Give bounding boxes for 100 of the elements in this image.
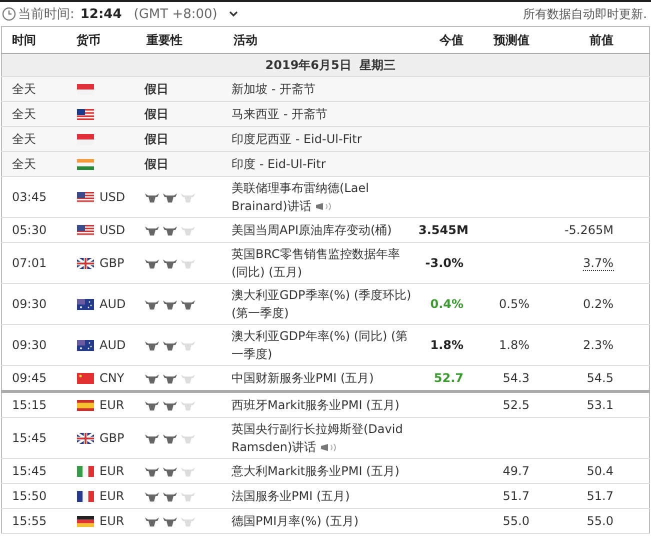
bull-icon (144, 298, 158, 310)
bull-icon (180, 258, 194, 268)
actual-value: 52.7 (434, 371, 464, 385)
previous-value: 51.7 (586, 489, 614, 503)
bull-icon (180, 224, 194, 236)
bull-icon (162, 224, 176, 236)
event-name: 法国服务业PMI (五月) (232, 489, 350, 503)
bull-icon (144, 432, 158, 444)
event-name: 意大利Markit服务业PMI (五月) (232, 464, 400, 478)
time-cell: 09:30 (2, 324, 66, 366)
forecast-value: 49.7 (502, 464, 530, 478)
time-cell: 07:01 (2, 242, 66, 284)
flag-icon (76, 372, 94, 384)
time-cell: 15:50 (2, 484, 66, 508)
current-time: 12:44 (80, 6, 122, 22)
event-name: 英国央行副行长拉姆斯登(David Ramsden)讲话 (232, 422, 403, 454)
flag-icon (76, 258, 94, 268)
previous-value: -5.265M (564, 223, 614, 237)
event-name: 英国BRC零售销售监控数据年率 (同比) (五月) (232, 247, 400, 279)
previous-value: 54.5 (586, 371, 614, 385)
clock-label: 当前时间: (18, 6, 74, 23)
event-name: 马来西亚 - 开斋节 (232, 107, 328, 121)
currency-code: AUD (100, 337, 126, 354)
bull-icon (144, 516, 158, 526)
bull-icon (144, 372, 158, 384)
flag-icon (76, 224, 94, 236)
time-cell: 全天 (2, 76, 66, 102)
bull-icon (180, 490, 194, 502)
bull-icon (162, 516, 176, 526)
event-name: 澳大利亚GDP年率(%) (同比) (第一季度) (232, 329, 408, 361)
time-cell: 全天 (2, 126, 66, 152)
bull-icon (162, 258, 176, 268)
bull-icon (180, 340, 194, 350)
bull-icon (162, 192, 176, 202)
date-header: 2019年6月5日 星期三 (2, 54, 650, 76)
forecast-value: 1.8% (499, 338, 530, 352)
forecast-value: 54.3 (502, 371, 530, 385)
time-cell: 全天 (2, 102, 66, 126)
bull-icon (180, 298, 194, 310)
previous-value: 3.7% (583, 256, 614, 271)
actual-value: 0.4% (430, 297, 464, 311)
clock-icon (2, 7, 16, 21)
forecast-value: 52.5 (502, 398, 530, 412)
bull-icon (180, 192, 194, 202)
holiday-label: 假日 (144, 107, 168, 121)
actual-value: -3.0% (425, 256, 464, 270)
actual-value: 1.8% (430, 338, 464, 352)
bull-icon (144, 224, 158, 236)
event-name: 德国PMI月率(%) (五月) (232, 514, 359, 528)
time-cell: 15:45 (2, 458, 66, 484)
event-name: 美联储理事布雷纳德(Lael Brainard)讲话 (232, 181, 369, 213)
bull-icon (162, 298, 176, 310)
bull-icon (144, 400, 158, 410)
flag-icon (76, 108, 94, 120)
holiday-label: 假日 (144, 157, 168, 171)
holiday-label: 假日 (144, 82, 168, 96)
timezone-label: (GMT +8:00) (134, 6, 218, 22)
event-name: 西班牙Markit服务业PMI (五月) (232, 398, 400, 412)
time-cell: 03:45 (2, 176, 66, 218)
event-name: 美国当周API原油库存变动(桶) (232, 223, 392, 237)
bull-icon (162, 372, 176, 384)
currency-code: USD (100, 222, 126, 239)
forecast-value: 55.0 (502, 514, 530, 528)
bull-icon (144, 340, 158, 350)
flag-icon (76, 516, 94, 526)
currency-code: EUR (100, 488, 124, 505)
flag-icon (76, 490, 94, 502)
bull-icon (162, 400, 176, 410)
time-cell: 15:15 (2, 392, 66, 418)
forecast-value: 51.7 (502, 489, 530, 503)
previous-value: 50.4 (586, 464, 614, 478)
time-cell: 全天 (2, 152, 66, 176)
previous-value: 0.2% (583, 297, 614, 311)
flag-icon (76, 192, 94, 202)
event-name: 中国财新服务业PMI (五月) (232, 371, 374, 385)
bull-icon (180, 466, 194, 476)
chevron-down-icon[interactable] (229, 11, 238, 17)
flag-icon (76, 340, 94, 350)
bull-icon (162, 466, 176, 476)
currency-code: GBP (100, 430, 124, 447)
time-cell: 05:30 (2, 218, 66, 242)
bull-icon (180, 400, 194, 410)
flag-icon (76, 298, 94, 310)
flag-icon (76, 158, 94, 170)
event-name: 新加坡 - 开斋节 (232, 82, 316, 96)
update-notice: 所有数据自动即时更新. (523, 6, 647, 22)
currency-code: EUR (100, 463, 124, 480)
flag-icon (76, 400, 94, 410)
time-cell: 15:55 (2, 508, 66, 534)
currency-code: EUR (100, 513, 124, 530)
bull-icon (162, 340, 176, 350)
currency-code: CNY (100, 370, 124, 387)
bull-icon (180, 516, 194, 526)
event-name: 澳大利亚GDP季率(%) (季度环比) (第一季度) (232, 288, 412, 320)
time-cell: 09:30 (2, 284, 66, 324)
bull-icon (162, 432, 176, 444)
bull-icon (180, 432, 194, 444)
bull-icon (144, 466, 158, 476)
currency-code: AUD (100, 296, 126, 313)
previous-value: 2.3% (583, 338, 614, 352)
